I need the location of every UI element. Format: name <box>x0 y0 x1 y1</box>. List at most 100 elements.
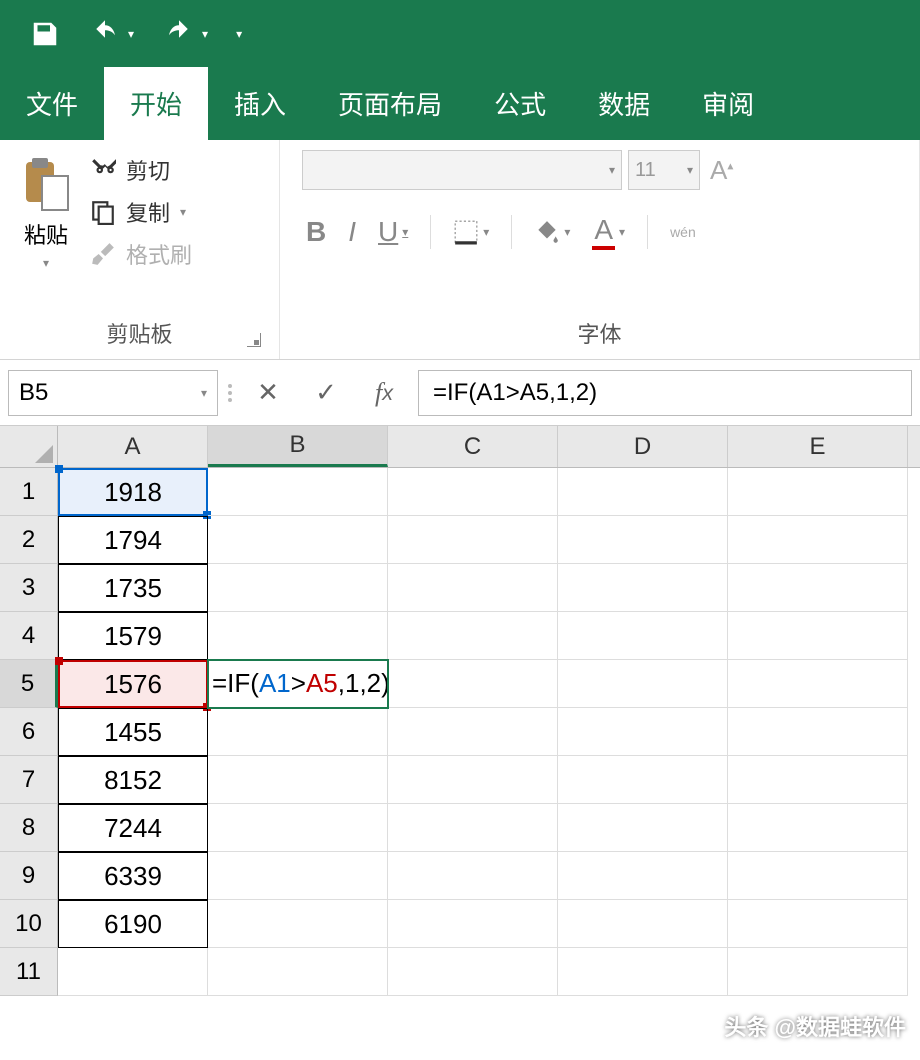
cell-C11[interactable] <box>388 948 558 996</box>
cell-E8[interactable] <box>728 804 908 852</box>
cell-D2[interactable] <box>558 516 728 564</box>
tab-review[interactable]: 审阅 <box>676 67 780 140</box>
row-header-11[interactable]: 11 <box>0 948 58 996</box>
cell-E7[interactable] <box>728 756 908 804</box>
cell-C4[interactable] <box>388 612 558 660</box>
redo-button[interactable]: ▾ <box>162 19 208 49</box>
cell-A10[interactable]: 6190 <box>58 900 208 948</box>
cell-E6[interactable] <box>728 708 908 756</box>
cell-E10[interactable] <box>728 900 908 948</box>
cell-C8[interactable] <box>388 804 558 852</box>
cell-C6[interactable] <box>388 708 558 756</box>
paste-button[interactable]: 粘贴 ▾ <box>14 150 78 311</box>
tab-insert[interactable]: 插入 <box>208 67 312 140</box>
phonetic-button[interactable]: wén <box>670 224 696 240</box>
cell-E9[interactable] <box>728 852 908 900</box>
cancel-formula-button[interactable]: ✕ <box>244 373 292 413</box>
font-name-select[interactable]: ▾ <box>302 150 622 190</box>
cell-D7[interactable] <box>558 756 728 804</box>
fx-button[interactable]: fx <box>360 373 408 413</box>
cell-A4[interactable]: 1579 <box>58 612 208 660</box>
cell-C7[interactable] <box>388 756 558 804</box>
row-header-2[interactable]: 2 <box>0 516 58 564</box>
cell-D3[interactable] <box>558 564 728 612</box>
bold-button[interactable]: B <box>306 216 326 248</box>
col-header-D[interactable]: D <box>558 426 728 467</box>
cell-B6[interactable] <box>208 708 388 756</box>
cell-E11[interactable] <box>728 948 908 996</box>
col-header-E[interactable]: E <box>728 426 908 467</box>
cell-D8[interactable] <box>558 804 728 852</box>
col-header-A[interactable]: A <box>58 426 208 467</box>
cell-C2[interactable] <box>388 516 558 564</box>
tab-layout[interactable]: 页面布局 <box>312 67 468 140</box>
name-box[interactable]: B5 ▾ <box>8 370 218 416</box>
row-header-3[interactable]: 3 <box>0 564 58 612</box>
cell-B1[interactable] <box>208 468 388 516</box>
select-all-corner[interactable] <box>0 426 58 467</box>
cell-B10[interactable] <box>208 900 388 948</box>
cell-B4[interactable] <box>208 612 388 660</box>
tab-formulas[interactable]: 公式 <box>468 67 572 140</box>
cell-B8[interactable] <box>208 804 388 852</box>
cell-A2[interactable]: 1794 <box>58 516 208 564</box>
cell-A11[interactable] <box>58 948 208 996</box>
save-button[interactable] <box>30 19 60 49</box>
cell-D5[interactable] <box>558 660 728 708</box>
cell-D1[interactable] <box>558 468 728 516</box>
italic-button[interactable]: I <box>348 216 356 248</box>
border-button[interactable]: ▾ <box>453 219 489 245</box>
cell-E2[interactable] <box>728 516 908 564</box>
cell-D6[interactable] <box>558 708 728 756</box>
font-color-button[interactable]: A ▾ <box>592 214 625 250</box>
row-header-7[interactable]: 7 <box>0 756 58 804</box>
cell-E5[interactable] <box>728 660 908 708</box>
row-header-8[interactable]: 8 <box>0 804 58 852</box>
cell-C3[interactable] <box>388 564 558 612</box>
cell-C5[interactable] <box>388 660 558 708</box>
cell-B11[interactable] <box>208 948 388 996</box>
row-header-10[interactable]: 10 <box>0 900 58 948</box>
cell-A8[interactable]: 7244 <box>58 804 208 852</box>
row-header-4[interactable]: 4 <box>0 612 58 660</box>
row-header-5[interactable]: 5 <box>0 660 58 708</box>
row-header-1[interactable]: 1 <box>0 468 58 516</box>
col-header-B[interactable]: B <box>208 426 388 467</box>
accept-formula-button[interactable]: ✓ <box>302 373 350 413</box>
tab-file[interactable]: 文件 <box>0 67 104 140</box>
tab-data[interactable]: 数据 <box>572 67 676 140</box>
cell-B7[interactable] <box>208 756 388 804</box>
cell-B2[interactable] <box>208 516 388 564</box>
cell-C1[interactable] <box>388 468 558 516</box>
cell-A3[interactable]: 1735 <box>58 564 208 612</box>
cell-D4[interactable] <box>558 612 728 660</box>
cell-B3[interactable] <box>208 564 388 612</box>
cell-E3[interactable] <box>728 564 908 612</box>
cell-A7[interactable]: 8152 <box>58 756 208 804</box>
tab-home[interactable]: 开始 <box>104 67 208 140</box>
qat-customize[interactable]: ▾ <box>236 27 242 41</box>
fill-color-button[interactable]: ▾ <box>534 219 570 245</box>
row-header-6[interactable]: 6 <box>0 708 58 756</box>
cell-A9[interactable]: 6339 <box>58 852 208 900</box>
cell-E4[interactable] <box>728 612 908 660</box>
undo-button[interactable]: ▾ <box>88 19 134 49</box>
cut-button[interactable]: 剪切 <box>90 154 192 186</box>
row-header-9[interactable]: 9 <box>0 852 58 900</box>
underline-button[interactable]: U▾ <box>378 216 408 248</box>
cell-A6[interactable]: 1455 <box>58 708 208 756</box>
font-size-select[interactable]: 11 ▾ <box>628 150 700 190</box>
cell-C9[interactable] <box>388 852 558 900</box>
cell-D10[interactable] <box>558 900 728 948</box>
cell-B5[interactable]: =IF(A1>A5,1,2) <box>208 660 388 708</box>
cell-A5[interactable]: 1576 <box>58 660 208 708</box>
cell-A1[interactable]: 1918 <box>58 468 208 516</box>
col-header-C[interactable]: C <box>388 426 558 467</box>
increase-font-button[interactable]: A▴ <box>706 151 737 190</box>
cell-E1[interactable] <box>728 468 908 516</box>
copy-button[interactable]: 复制 ▾ <box>90 196 192 228</box>
cell-D11[interactable] <box>558 948 728 996</box>
cell-B9[interactable] <box>208 852 388 900</box>
format-painter-button[interactable]: 格式刷 <box>90 238 192 270</box>
cell-C10[interactable] <box>388 900 558 948</box>
